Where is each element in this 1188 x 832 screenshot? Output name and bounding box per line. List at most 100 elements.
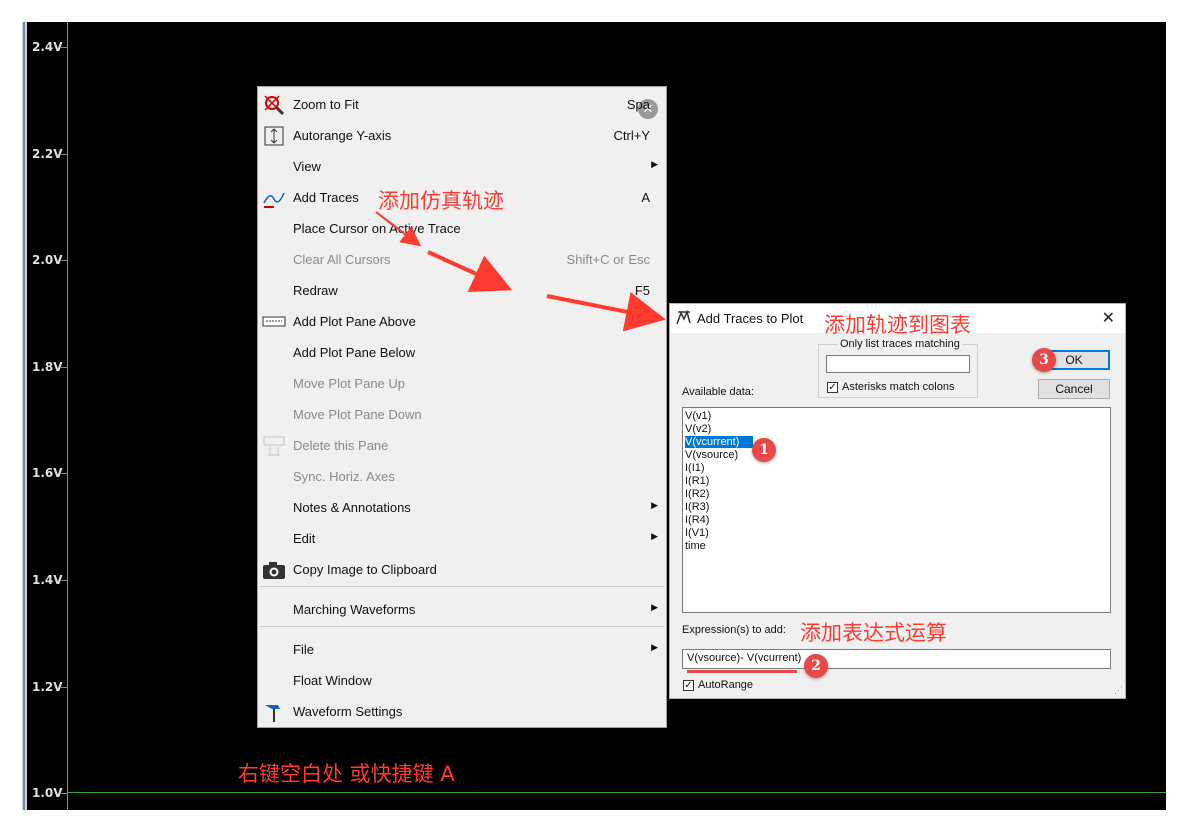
annotation-add-expression: 添加表达式运算 [800,621,947,645]
filter-legend: Only list traces matching [837,338,963,350]
menu-item-label: Clear All Cursors [293,252,391,267]
menu-item-label: Copy Image to Clipboard [293,562,437,577]
expression-label: Expression(s) to add: [682,624,786,636]
menu-item[interactable]: Marching Waveforms ▶ [258,594,666,625]
list-item[interactable]: I(I1) [684,462,1109,475]
list-item[interactable]: I(R4) [684,514,1109,527]
menu-item-label: Notes & Annotations [293,500,411,515]
menu-item[interactable]: Notes & Annotations ▶ [258,492,666,523]
menu-item[interactable]: Add Plot Pane Below [258,337,666,368]
y-tick-mark [61,260,67,262]
y-tick-mark [61,686,67,688]
menu-item[interactable]: File ▶ [258,634,666,665]
submenu-arrow-icon: ▶ [651,531,658,541]
list-item-label: V(v2) [685,423,712,435]
y-tick-label: 1.8V [32,359,63,374]
y-tick-mark [61,580,67,581]
list-item[interactable]: V(vsource) [684,449,1109,462]
list-item[interactable]: I(R3) [684,501,1109,514]
menu-separator [260,626,664,627]
menu-item-label: Redraw [293,283,338,298]
submenu-arrow-icon: ▶ [651,602,658,612]
menu-item[interactable]: Edit ▶ [258,523,666,554]
annotation-add-traces-to-chart: 添加轨迹到图表 [824,313,971,337]
menu-item: Sync. Horiz. Axes [258,461,666,492]
asterisks-checkbox[interactable]: ✓ [827,382,838,393]
add-traces-icon [676,309,691,325]
y-tick-label: 2.4V [32,40,63,54]
camera-icon [262,559,286,581]
menu-item: Move Plot Pane Down [258,399,666,430]
autorange-icon [262,125,286,147]
menu-item-label: Add Plot Pane Below [293,345,416,360]
plot-window-edge [22,22,27,810]
menu-item-label: Add Plot Pane Above [293,314,416,329]
menu-item: Delete this Pane [258,430,666,461]
zoom-fit-icon [262,94,286,116]
menu-item[interactable]: Add Plot Pane Above [258,306,666,337]
list-item[interactable]: V(vcurrent) [684,436,1109,449]
asterisks-label: Asterisks match colons [842,381,955,393]
menu-item: Clear All Cursors Shift+C or Esc [258,244,666,275]
menu-item[interactable]: Place Cursor on Active Trace [258,213,666,244]
menu-item[interactable]: View ▶ [258,151,666,182]
menu-item-label: Move Plot Pane Up [293,376,406,391]
waveform-trace [68,792,1166,793]
menu-separator [260,586,664,587]
list-item-label: I(R1) [685,475,710,487]
y-tick-mark [61,153,67,155]
menu-item-label: Marching Waveforms [293,602,416,617]
list-item[interactable]: I(R2) [684,488,1109,501]
step-badge-3: 3 [1032,348,1056,372]
menu-item[interactable]: Copy Image to Clipboard [258,554,666,585]
expression-input[interactable]: V(vsource)- V(vcurrent) [682,649,1111,669]
menu-item-label: Place Cursor on Active Trace [293,221,461,236]
annotation-add-sim-traces: 添加仿真轨迹 [378,189,504,213]
autorange-checkbox[interactable]: ✓ [683,680,694,691]
y-tick-label: 1.6V [32,466,63,481]
y-tick-label: 2.0V [32,253,63,268]
menu-item-shortcut: F5 [634,283,650,298]
menu-item[interactable]: Float Window [258,665,666,696]
list-item-label: V(v1) [685,410,712,422]
menu-item-label: Zoom to Fit [293,97,359,112]
menu-item[interactable]: Waveform Settings [258,696,666,727]
menu-item-shortcut: Shift+C or Esc [566,252,650,267]
y-tick-label: 1.0V [32,786,63,801]
list-item-label: I(I1) [685,462,705,474]
resize-grip-icon[interactable]: ⋰ [1114,685,1123,696]
list-item[interactable]: I(R1) [684,475,1109,488]
available-data-label: Available data: [682,386,754,398]
dialog-title: Add Traces to Plot [697,311,804,326]
submenu-arrow-icon: ▶ [651,642,658,652]
menu-item-label: Waveform Settings [293,704,403,719]
menu-item[interactable]: Autorange Y-axis Ctrl+Y [258,120,666,151]
available-data-list[interactable]: V(v1) V(v2) V(vcurrent) V(vsource) I(I1) I(R1… [682,407,1111,613]
menu-item-label: Autorange Y-axis [293,128,392,143]
list-item-label: time [685,540,706,552]
delete-pane-icon [262,435,286,457]
list-item-label: I(V1) [685,527,709,539]
step-badge-2: 2 [804,654,828,678]
menu-item-shortcut: Ctrl+Y [613,128,650,143]
menu-item[interactable]: Zoom to Fit Spa [258,89,666,120]
menu-item: Move Plot Pane Up [258,368,666,399]
list-item[interactable]: V(v1) [684,410,1109,423]
list-item[interactable]: time [684,540,1109,553]
menu-item-label: Add Traces [293,190,359,205]
y-tick-label: 1.4V [32,573,63,587]
menu-item-label: Edit [293,531,316,546]
menu-item-label: Float Window [293,673,372,688]
list-item[interactable]: I(V1) [684,527,1109,540]
menu-item-shortcut: Spa [626,97,650,112]
menu-item-label: View [293,159,321,174]
autorange-label: AutoRange [698,679,754,691]
list-item[interactable]: V(v2) [684,423,1109,436]
y-tick-mark [61,366,67,368]
plot-pane-icon [262,311,286,333]
trace-filter-group: Only list traces matching ✓ Asterisks ma… [818,338,978,398]
cancel-button[interactable]: Cancel [1038,379,1110,399]
dialog-close-icon[interactable]: ✕ [1102,308,1115,328]
menu-item[interactable]: Redraw F5 [258,275,666,306]
filter-input[interactable] [826,355,970,373]
